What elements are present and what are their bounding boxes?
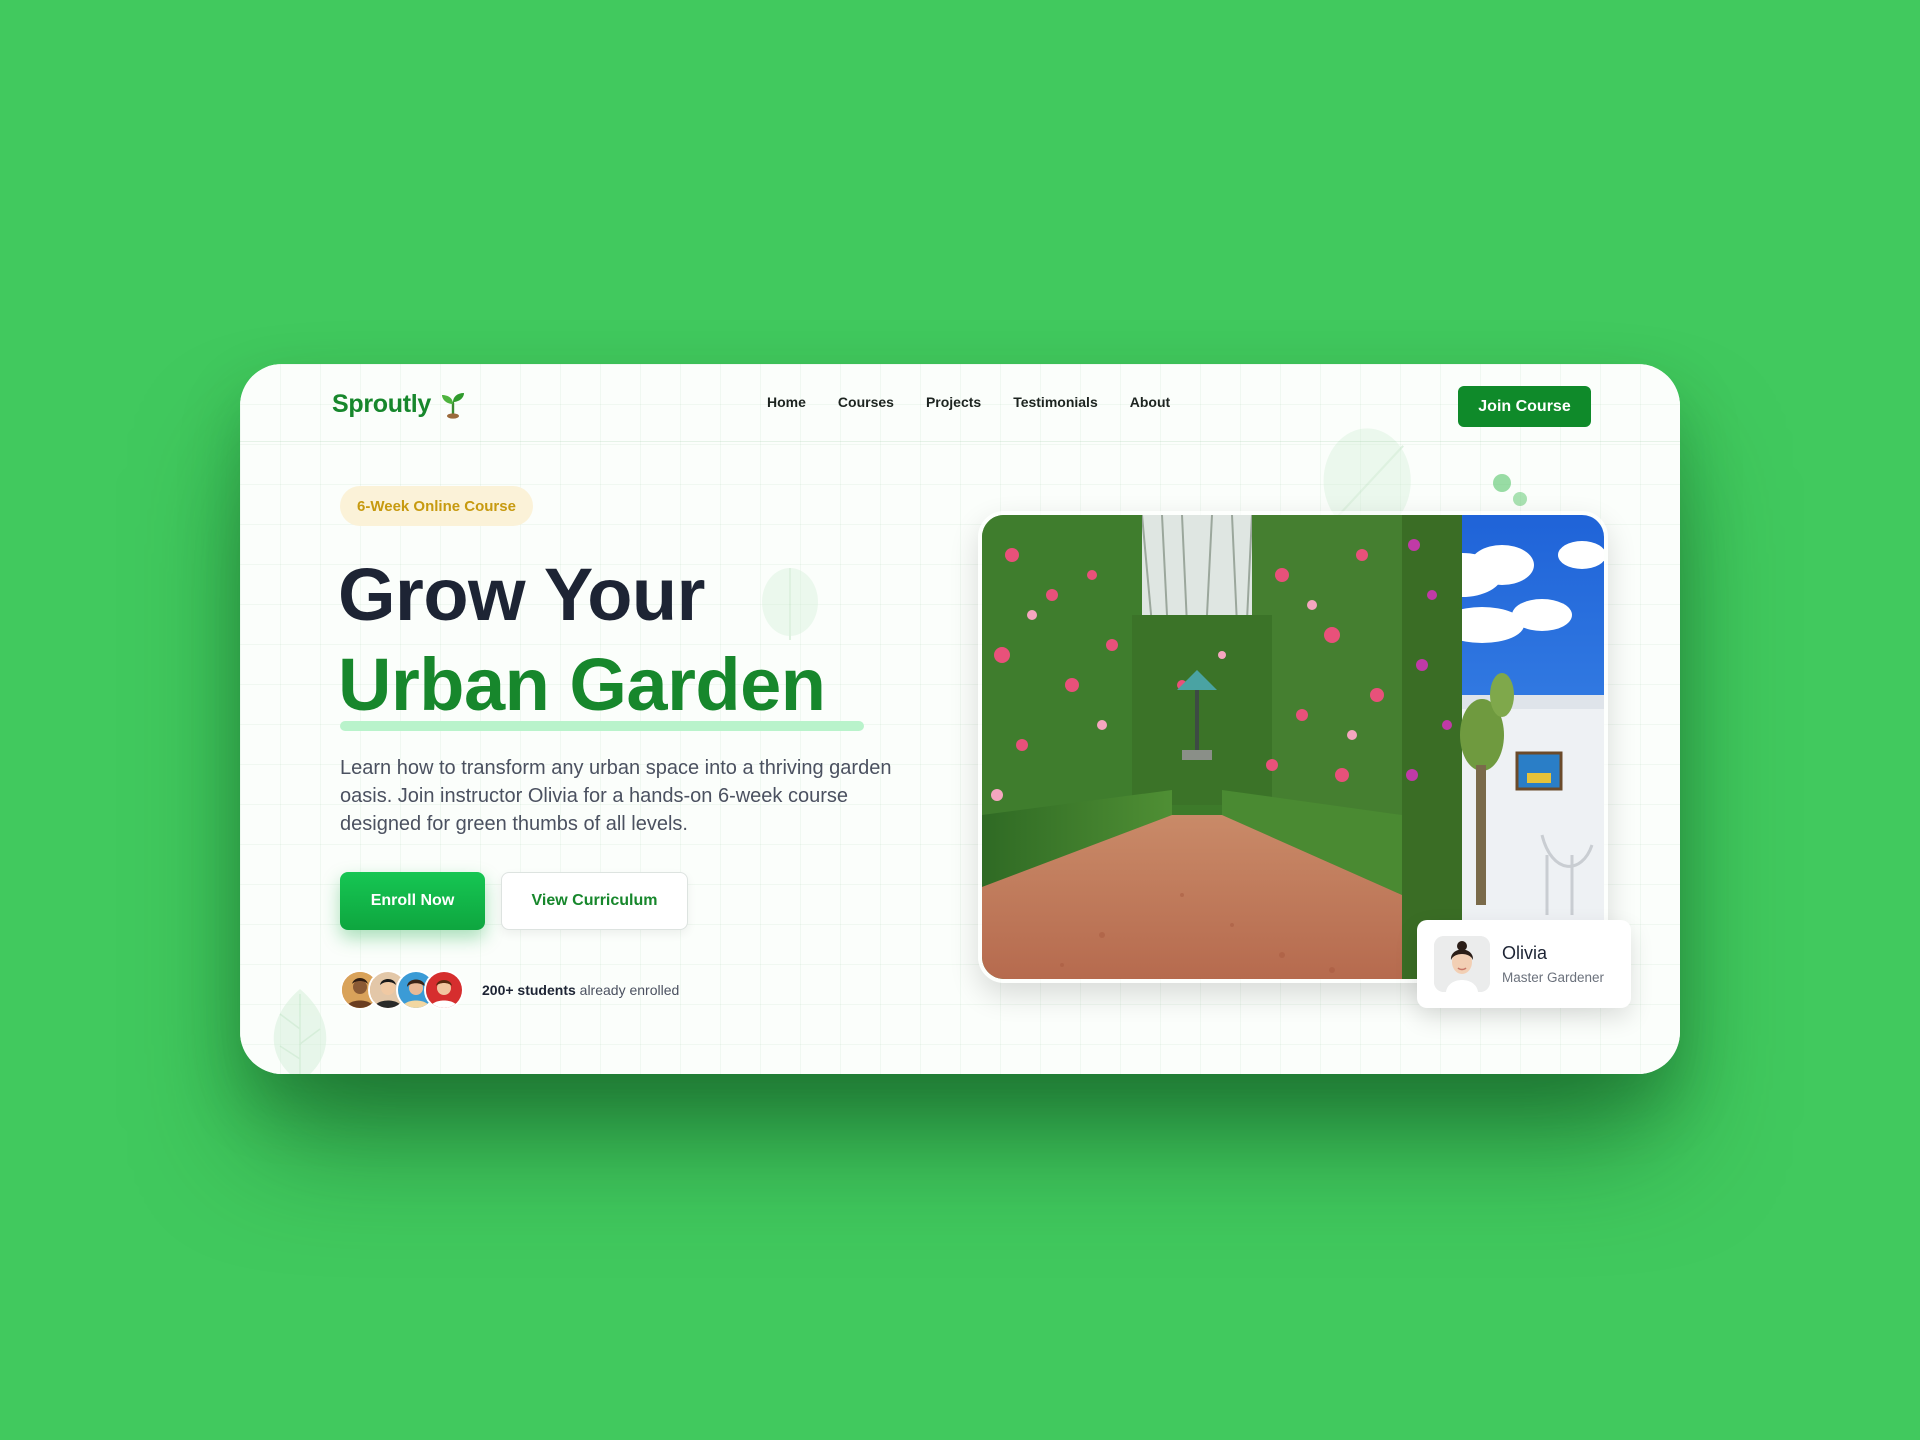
students-count: 200+ students bbox=[482, 982, 576, 998]
landing-card: Sproutly Home Courses Projects Testimoni… bbox=[240, 364, 1680, 1074]
enroll-now-button[interactable]: Enroll Now bbox=[340, 872, 485, 930]
instructor-card[interactable]: Olivia Master Gardener bbox=[1417, 920, 1631, 1008]
logo[interactable]: Sproutly bbox=[332, 390, 467, 419]
brand-name: Sproutly bbox=[332, 390, 431, 418]
nav-courses[interactable]: Courses bbox=[838, 394, 894, 410]
hero-title-line1: Grow Your bbox=[338, 553, 705, 636]
instructor-role: Master Gardener bbox=[1502, 970, 1605, 985]
avatar bbox=[424, 970, 464, 1010]
student-avatars bbox=[340, 970, 470, 1010]
instructor-name: Olivia bbox=[1502, 943, 1548, 963]
enrolled-text: 200+ students already enrolled bbox=[482, 982, 679, 998]
leaf-decoration-icon bbox=[762, 568, 818, 640]
view-curriculum-button[interactable]: View Curriculum bbox=[501, 872, 688, 930]
sprout-icon bbox=[442, 392, 464, 419]
decor-dot bbox=[1493, 474, 1511, 492]
top-navigation: Sproutly Home Courses Projects Testimoni… bbox=[240, 364, 1680, 442]
hero-title-line2: Urban Garden bbox=[338, 643, 826, 726]
main-menu: Home Courses Projects Testimonials About bbox=[767, 394, 1170, 410]
hero-description: Learn how to transform any urban space i… bbox=[340, 757, 892, 835]
students-suffix: already enrolled bbox=[579, 982, 680, 998]
instructor-avatar bbox=[1434, 936, 1490, 992]
nav-testimonials[interactable]: Testimonials bbox=[1013, 394, 1098, 410]
nav-projects[interactable]: Projects bbox=[926, 394, 981, 410]
decor-dot bbox=[1513, 492, 1527, 506]
join-course-button[interactable]: Join Course bbox=[1458, 386, 1591, 427]
course-badge: 6-Week Online Course bbox=[340, 486, 533, 526]
garden-photo bbox=[978, 511, 1608, 983]
nav-home[interactable]: Home bbox=[767, 394, 806, 410]
nav-about[interactable]: About bbox=[1130, 394, 1170, 410]
leaf-decoration-icon bbox=[273, 989, 327, 1074]
